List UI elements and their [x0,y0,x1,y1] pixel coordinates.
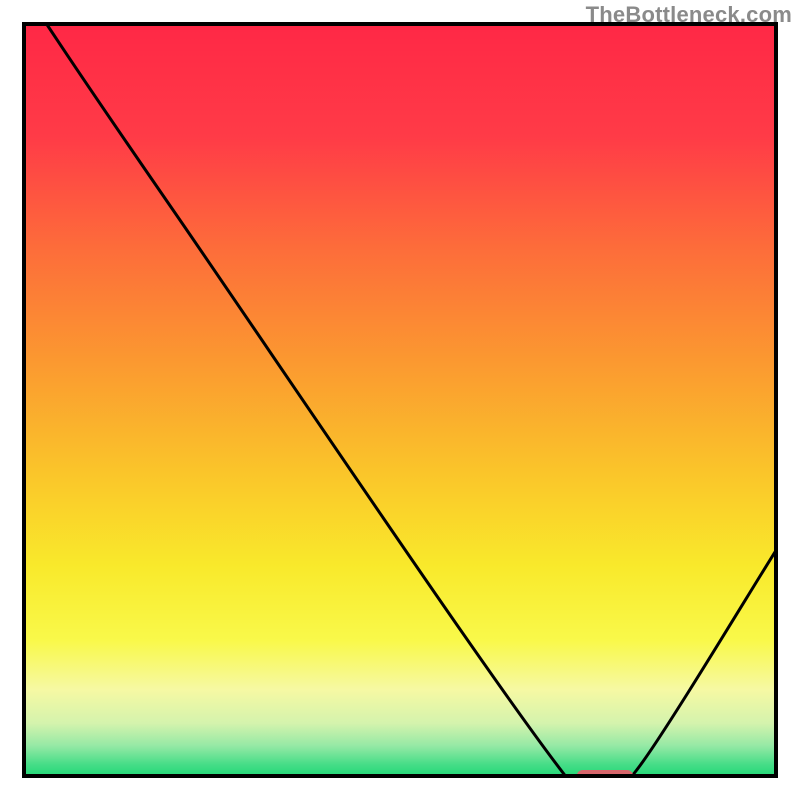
gradient-background [24,24,776,776]
bottleneck-chart [0,0,800,800]
chart-container: TheBottleneck.com [0,0,800,800]
watermark-text: TheBottleneck.com [586,2,792,28]
